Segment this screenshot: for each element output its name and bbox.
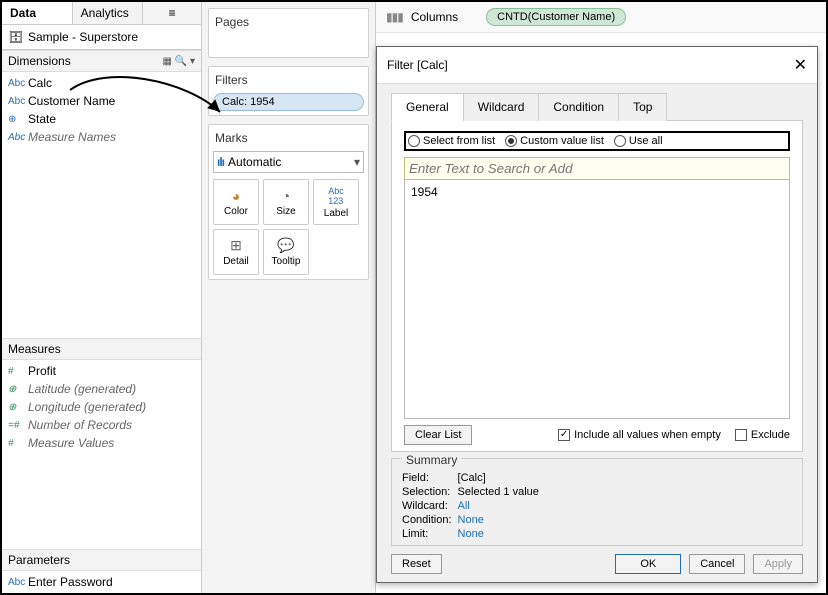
close-icon[interactable]: ✕ (794, 55, 807, 75)
dimensions-tools[interactable]: ▦ 🔍 ▾ (163, 56, 195, 67)
field-item[interactable]: AbcCalc (2, 74, 201, 92)
label-icon: Abc123 (328, 186, 344, 206)
field-item[interactable]: AbcMeasure Names (2, 128, 201, 146)
columns-icon: ▮▮▮ (386, 10, 403, 24)
tab-wildcard[interactable]: Wildcard (463, 93, 540, 121)
field-type-icon: Abc (8, 577, 28, 588)
field-label: Customer Name (28, 94, 115, 108)
tooltip-icon: 💬 (277, 237, 294, 254)
bar-icon: ılı (217, 155, 224, 169)
columns-label: Columns (411, 10, 458, 24)
radio-select-from-list[interactable]: Select from list (408, 135, 495, 147)
field-label: State (28, 112, 56, 126)
radio-custom-value-list[interactable]: Custom value list (505, 135, 604, 147)
pages-shelf[interactable]: Pages (208, 8, 369, 58)
datasource-name: Sample - Superstore (28, 30, 138, 44)
data-pane: Data Analytics ≡ 🗄 Sample - Superstore D… (2, 2, 202, 593)
columns-pill[interactable]: CNTD(Customer Name) (486, 8, 626, 26)
field-type-icon: Abc (8, 96, 28, 107)
tab-top[interactable]: Top (618, 93, 667, 121)
filters-shelf[interactable]: Filters Calc: 1954 (208, 66, 369, 116)
filter-pill-calc[interactable]: Calc: 1954 (213, 93, 364, 111)
reset-button[interactable]: Reset (391, 554, 442, 574)
mark-tooltip[interactable]: 💬Tooltip (263, 229, 309, 275)
filter-value-list[interactable]: 1954 (404, 180, 790, 419)
field-type-icon: Abc (8, 78, 28, 89)
field-type-icon: ⊕ (8, 384, 28, 395)
field-type-icon: # (8, 366, 28, 377)
cancel-button[interactable]: Cancel (689, 554, 745, 574)
datasource-row[interactable]: 🗄 Sample - Superstore (2, 25, 201, 50)
field-type-icon: ⊕ (8, 402, 28, 413)
field-type-icon: ⊕ (8, 114, 28, 125)
worksheet-area: ▮▮▮ Columns CNTD(Customer Name) Filter [… (376, 2, 826, 593)
apply-button[interactable]: Apply (753, 554, 803, 574)
field-label: Measure Values (28, 436, 114, 450)
tab-data[interactable]: Data (2, 2, 73, 24)
field-label: Longitude (generated) (28, 400, 146, 414)
field-label: Measure Names (28, 130, 116, 144)
filter-dialog-title: Filter [Calc] (387, 58, 448, 72)
mark-detail[interactable]: ⊞Detail (213, 229, 259, 275)
filter-list-item[interactable]: 1954 (409, 184, 785, 200)
field-item[interactable]: =#Number of Records (2, 416, 201, 434)
data-tabs-menu[interactable]: ≡ (143, 2, 201, 24)
field-item[interactable]: AbcCustomer Name (2, 92, 201, 110)
columns-shelf[interactable]: ▮▮▮ Columns CNTD(Customer Name) (376, 2, 826, 33)
radio-use-all[interactable]: Use all (614, 135, 663, 147)
field-item[interactable]: AbcEnter Password (2, 573, 201, 591)
shelves-pane: Pages Filters Calc: 1954 Marks ılı Autom… (202, 2, 376, 593)
filter-search-input[interactable] (404, 157, 790, 180)
marks-card: Marks ılı Automatic ◕Color ◔Size Abc123L… (208, 124, 369, 280)
datasource-icon: 🗄 (8, 30, 24, 44)
field-type-icon: # (8, 438, 28, 449)
detail-icon: ⊞ (230, 237, 242, 254)
clear-list-button[interactable]: Clear List (404, 425, 472, 445)
tab-general[interactable]: General (391, 93, 464, 121)
tab-condition[interactable]: Condition (538, 93, 619, 121)
exclude-checkbox[interactable]: Exclude (735, 429, 790, 441)
include-empty-checkbox[interactable]: Include all values when empty (558, 429, 721, 441)
field-label: Profit (28, 364, 56, 378)
filter-mode-radios: Select from list Custom value list Use a… (404, 131, 790, 151)
filter-summary: Summary Field:[Calc] Selection:Selected … (391, 458, 803, 546)
field-item[interactable]: #Profit (2, 362, 201, 380)
field-label: Calc (28, 76, 52, 90)
measures-list: #Profit⊕Latitude (generated)⊕Longitude (… (2, 360, 201, 454)
measures-header: Measures (2, 338, 201, 360)
mark-label[interactable]: Abc123Label (313, 179, 359, 225)
field-item[interactable]: ⊕Latitude (generated) (2, 380, 201, 398)
tab-analytics[interactable]: Analytics (73, 2, 144, 24)
field-item[interactable]: ⊕Longitude (generated) (2, 398, 201, 416)
filter-dialog: Filter [Calc] ✕ General Wildcard Conditi… (376, 46, 818, 583)
parameters-list: AbcEnter Password (2, 571, 201, 593)
mark-type-select[interactable]: ılı Automatic (213, 151, 364, 173)
field-label: Latitude (generated) (28, 382, 136, 396)
dimensions-list: AbcCalcAbcCustomer Name⊕StateAbcMeasure … (2, 72, 201, 148)
field-item[interactable]: #Measure Values (2, 434, 201, 452)
field-type-icon: Abc (8, 132, 28, 143)
dimensions-header: Dimensions ▦ 🔍 ▾ (2, 50, 201, 72)
field-item[interactable]: ⊕State (2, 110, 201, 128)
field-label: Number of Records (28, 418, 132, 432)
palette-icon: ◕ (232, 188, 240, 204)
size-icon: ◔ (282, 188, 290, 204)
ok-button[interactable]: OK (615, 554, 681, 574)
mark-size[interactable]: ◔Size (263, 179, 309, 225)
field-label: Enter Password (28, 575, 113, 589)
field-type-icon: =# (8, 420, 28, 431)
parameters-header: Parameters (2, 549, 201, 571)
mark-color[interactable]: ◕Color (213, 179, 259, 225)
